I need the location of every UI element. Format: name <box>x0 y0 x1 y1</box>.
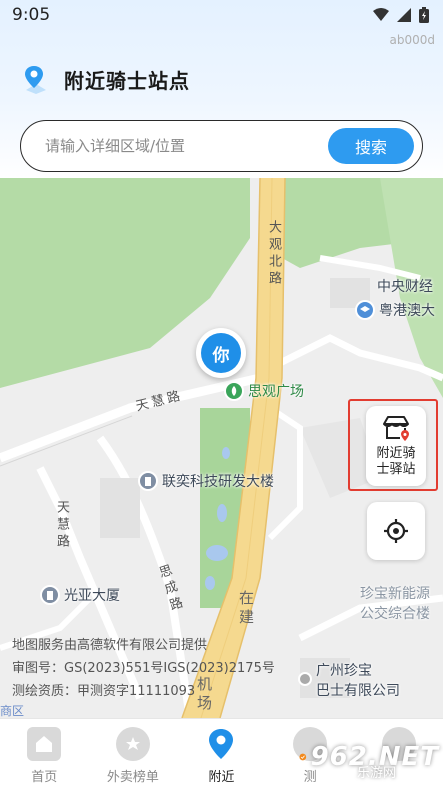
road-label-zaijian: 在建 <box>237 590 255 628</box>
park-icon <box>224 381 244 401</box>
building-icon <box>40 585 60 605</box>
nav-home-label: 首页 <box>31 770 58 785</box>
search-bar: 搜索 <box>20 120 423 172</box>
search-input[interactable] <box>45 133 315 159</box>
station-shop-icon <box>383 416 409 441</box>
status-bar: 9:05 <box>0 0 443 28</box>
attribution-line-3: 测绘资质：甲测资字11111093 <box>12 684 196 699</box>
poi-guangzhou-zhenbao[interactable]: 广州珍宝 巴士有限公司 <box>298 660 400 700</box>
poi-label: 公交综合楼 <box>360 606 430 622</box>
poi-label: 巴士有限公司 <box>316 683 400 699</box>
poi-sigu-square[interactable]: 思观广场 <box>224 381 304 401</box>
map-view[interactable]: 大观北路 天慧路 天慧路 思成路 在建 机场 思观广场 联奕科技研发大楼 光亚大… <box>0 178 443 718</box>
poi-label: 粤港澳大 <box>379 303 435 319</box>
map-attribution: 地图服务由高德软件有限公司提供 审图号：GS(2023)551号IGS(2023… <box>12 634 275 703</box>
nav-ranking-label: 外卖榜单 <box>106 770 159 785</box>
poi-label: 广州珍宝 <box>316 663 372 679</box>
road-label-tianhui-v: 天慧路 <box>54 500 69 551</box>
brand-subtext: 乐游网 <box>357 766 397 781</box>
wifi-icon <box>373 8 389 21</box>
location-dot-icon <box>298 672 312 686</box>
poi-guangya-building[interactable]: 光亚大厦 <box>40 585 120 605</box>
locate-me-button[interactable] <box>367 502 425 560</box>
nearby-station-button[interactable]: 附近骑士驿站 <box>366 406 426 486</box>
poi-zhenbao-new-energy[interactable]: 珍宝新能源 公交综合楼 <box>360 583 430 623</box>
search-button[interactable]: 搜索 <box>328 128 414 164</box>
crosshair-icon <box>384 519 408 543</box>
title-row: 附近骑士站点 <box>22 64 190 94</box>
nav-nearby[interactable]: 附近 <box>177 719 266 788</box>
road-label-daguan-north: 大观北路 <box>266 220 281 288</box>
nav-ranking[interactable]: 外卖榜单 <box>89 719 178 788</box>
nav-home[interactable]: 首页 <box>0 719 89 788</box>
header-area: 9:05 ab000d 附近骑士站点 搜索 <box>0 0 443 180</box>
current-location-marker[interactable]: 你 <box>196 328 246 378</box>
status-icons <box>373 7 429 23</box>
location-pin-icon <box>204 727 238 761</box>
attribution-line-2: 审图号：GS(2023)551号IGS(2023)2175号 <box>12 661 275 676</box>
building-icon <box>138 471 158 491</box>
brand-logo-icon <box>299 753 307 761</box>
school-icon <box>355 300 375 320</box>
map-corner-label: 商区 <box>0 704 25 718</box>
you-label: 你 <box>201 333 241 373</box>
attribution-line-1: 地图服务由高德软件有限公司提供 <box>12 638 208 653</box>
device-code: ab000d <box>389 33 436 47</box>
poi-lianyi-building[interactable]: 联奕科技研发大楼 <box>138 471 274 491</box>
home-icon <box>27 727 62 761</box>
nav-nearby-label: 附近 <box>208 770 235 785</box>
poi-label: 联奕科技研发大楼 <box>162 474 274 490</box>
status-time: 9:05 <box>12 5 51 25</box>
page-title: 附近骑士站点 <box>64 68 190 93</box>
medal-icon <box>115 727 150 761</box>
signal-icon <box>397 8 411 22</box>
station-button-label: 附近骑士驿站 <box>376 446 416 477</box>
poi-label: 光亚大厦 <box>64 588 120 604</box>
poi-label: 珍宝新能源 <box>360 586 430 602</box>
poi-zhongyang-caijing[interactable]: 中央财经 粤港澳大 <box>355 276 435 320</box>
poi-label: 思观广场 <box>248 384 304 400</box>
poi-label: 中央财经 <box>377 279 433 295</box>
brand-watermark: 962.NET 乐游网 <box>299 728 439 786</box>
battery-icon <box>419 7 429 23</box>
map-pin-title-icon <box>25 66 46 94</box>
